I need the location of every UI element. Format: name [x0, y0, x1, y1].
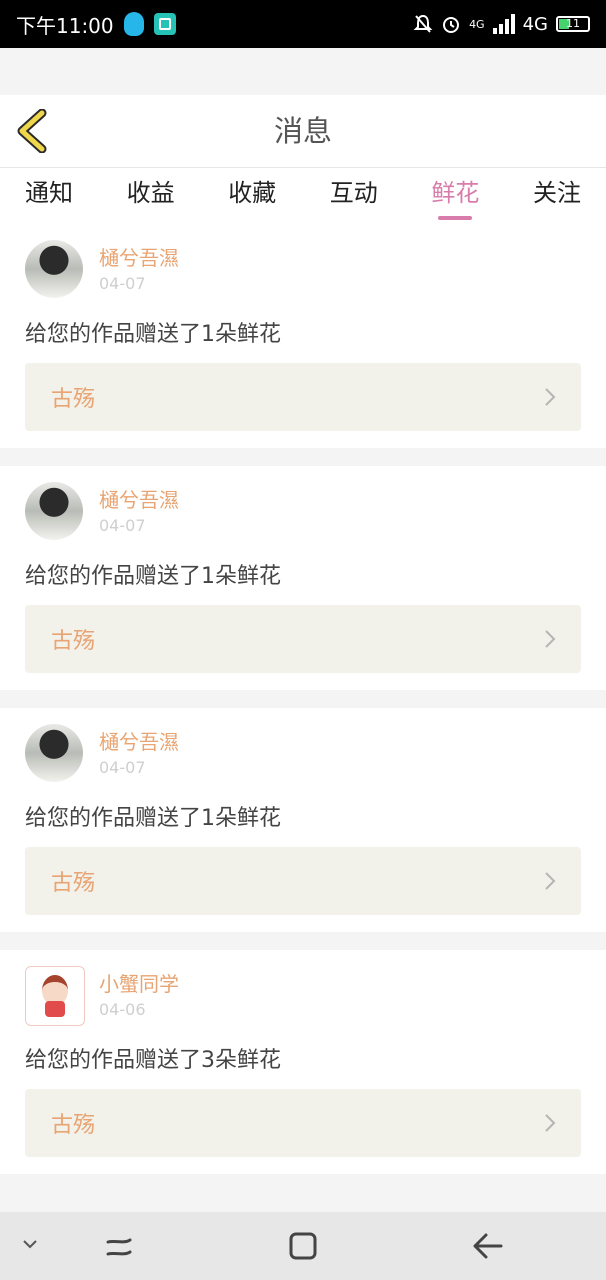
- signal-icon: [492, 14, 515, 34]
- message-text: 给您的作品赠送了1朵鲜花: [25, 322, 281, 347]
- page-title: 消息: [273, 114, 332, 148]
- user-avatar[interactable]: [25, 966, 85, 1026]
- chevron-right-icon: [545, 1114, 556, 1132]
- tab-follow[interactable]: 关注: [533, 168, 581, 224]
- back-nav-icon[interactable]: [472, 1232, 504, 1260]
- tab-favorites[interactable]: 收藏: [228, 168, 276, 224]
- chevron-right-icon: [545, 388, 556, 406]
- work-title: 古殇: [51, 1113, 96, 1138]
- username[interactable]: 小蟹同学: [99, 968, 179, 997]
- cartoon-body: [45, 1001, 65, 1017]
- chevron-right-icon: [545, 872, 556, 890]
- network-small-label: 4G: [469, 17, 485, 31]
- tab-bar: 通知 收益 收藏 互动 鲜花 关注: [0, 168, 606, 224]
- tab-flowers[interactable]: 鲜花: [431, 168, 479, 224]
- qq-icon: [123, 12, 144, 36]
- message-card: 樋兮吾濕 04-07 给您的作品赠送了1朵鲜花 古殇: [0, 224, 606, 448]
- message-list: 樋兮吾濕 04-07 给您的作品赠送了1朵鲜花 古殇 樋兮吾濕 04-07 给您…: [0, 224, 606, 1192]
- work-title: 古殇: [51, 629, 96, 654]
- message-text: 给您的作品赠送了1朵鲜花: [25, 806, 281, 831]
- status-time: 下午11:00: [16, 13, 114, 38]
- user-avatar[interactable]: [25, 240, 83, 298]
- work-title: 古殇: [51, 387, 96, 412]
- status-bar: 下午11:00 4G 4G 11: [0, 0, 606, 48]
- battery-icon: 11: [556, 16, 590, 32]
- recent-apps-icon[interactable]: [104, 1232, 134, 1260]
- message-card: 樋兮吾濕 04-07 给您的作品赠送了1朵鲜花 古殇: [0, 466, 606, 690]
- work-link[interactable]: 古殇: [25, 605, 581, 673]
- tab-interaction[interactable]: 互动: [330, 168, 378, 224]
- work-link[interactable]: 古殇: [25, 847, 581, 915]
- message-card: 樋兮吾濕 04-07 给您的作品赠送了1朵鲜花 古殇: [0, 708, 606, 932]
- alarm-icon: [443, 17, 460, 33]
- system-nav-bar: [0, 1212, 606, 1280]
- tab-notification[interactable]: 通知: [25, 168, 73, 224]
- work-title: 古殇: [51, 871, 96, 896]
- message-date: 04-07: [99, 758, 146, 777]
- chevron-down-icon[interactable]: [22, 1238, 38, 1250]
- message-date: 04-06: [99, 1000, 146, 1019]
- message-date: 04-07: [99, 274, 146, 293]
- user-avatar[interactable]: [25, 482, 83, 540]
- home-icon[interactable]: [288, 1232, 318, 1260]
- message-card: 小蟹同学 04-06 给您的作品赠送了3朵鲜花 古殇: [0, 950, 606, 1174]
- mute-bell-icon: [413, 14, 433, 33]
- user-avatar[interactable]: [25, 724, 83, 782]
- tab-earnings[interactable]: 收益: [127, 168, 175, 224]
- username[interactable]: 樋兮吾濕: [99, 726, 179, 755]
- network-label: 4G: [522, 13, 548, 35]
- work-link[interactable]: 古殇: [25, 363, 581, 431]
- battery-level: 11: [566, 17, 580, 30]
- work-link[interactable]: 古殇: [25, 1089, 581, 1157]
- message-date: 04-07: [99, 516, 146, 535]
- chevron-right-icon: [545, 630, 556, 648]
- message-text: 给您的作品赠送了3朵鲜花: [25, 1048, 281, 1073]
- scan-icon: [153, 13, 176, 35]
- username[interactable]: 樋兮吾濕: [99, 242, 179, 271]
- username[interactable]: 樋兮吾濕: [99, 484, 179, 513]
- header: 消息: [0, 95, 606, 168]
- message-text: 给您的作品赠送了1朵鲜花: [25, 564, 281, 589]
